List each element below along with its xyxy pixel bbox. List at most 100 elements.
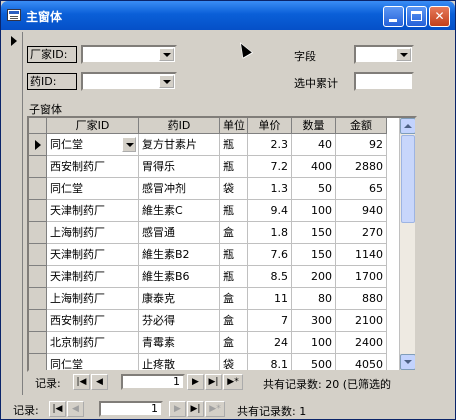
cell-qty[interactable]: 80 xyxy=(292,288,336,310)
scroll-up-icon[interactable] xyxy=(400,118,415,134)
cell-amount[interactable]: 940 xyxy=(336,200,387,222)
cell-price[interactable]: 7 xyxy=(248,310,292,332)
cell-unit[interactable]: 盒 xyxy=(220,222,248,244)
cell-unit[interactable]: 袋 xyxy=(220,178,248,200)
scroll-thumb[interactable] xyxy=(401,135,415,223)
table-row[interactable]: 同仁堂 止疼散袋 8.1 500 4050 xyxy=(29,354,399,370)
row-selector[interactable] xyxy=(29,310,47,332)
cell-drug[interactable]: 复方甘素片 xyxy=(139,134,220,156)
col-header-unit[interactable]: 单位 xyxy=(220,118,248,134)
main-new-record-button[interactable]: ▶* xyxy=(205,401,225,417)
table-row[interactable]: 天津制药厂 維生素C 瓶 9.4 100 940 xyxy=(29,200,399,222)
cell-amount[interactable]: 1700 xyxy=(336,266,387,288)
cell-drug[interactable]: 感冒冲剂 xyxy=(139,178,220,200)
cell-manufacturer[interactable]: 天津制药厂 xyxy=(47,266,139,288)
cell-amount[interactable]: 270 xyxy=(336,222,387,244)
cell-qty[interactable]: 100 xyxy=(292,200,336,222)
cell-qty[interactable]: 500 xyxy=(292,354,336,370)
chevron-down-icon[interactable] xyxy=(122,137,136,152)
row-selector[interactable] xyxy=(29,200,47,222)
table-row[interactable]: 上海制药厂 感冒通盒 1.8 150 270 xyxy=(29,222,399,244)
vertical-scrollbar[interactable] xyxy=(399,118,415,370)
cell-qty[interactable]: 150 xyxy=(292,244,336,266)
row-selector[interactable] xyxy=(29,354,47,370)
cell-price[interactable]: 8.1 xyxy=(248,354,292,370)
cell-unit[interactable]: 盒 xyxy=(220,310,248,332)
main-first-record-button[interactable]: |◀ xyxy=(49,401,66,417)
chevron-down-icon[interactable] xyxy=(396,48,411,61)
scroll-down-icon[interactable] xyxy=(400,354,415,370)
cell-qty[interactable]: 150 xyxy=(292,222,336,244)
cell-manufacturer[interactable]: 同仁堂 xyxy=(47,134,139,156)
cell-amount[interactable]: 1140 xyxy=(336,244,387,266)
cell-drug[interactable]: 維生素C xyxy=(139,200,220,222)
main-prev-record-button[interactable]: ◀ xyxy=(67,401,84,417)
cell-unit[interactable]: 瓶 xyxy=(220,266,248,288)
next-record-button[interactable]: ▶ xyxy=(187,374,204,390)
cell-manufacturer[interactable]: 天津制药厂 xyxy=(47,200,139,222)
last-record-button[interactable]: ▶| xyxy=(205,374,222,390)
cell-amount[interactable]: 92 xyxy=(336,134,387,156)
cell-price[interactable]: 11 xyxy=(248,288,292,310)
minimize-button[interactable] xyxy=(383,6,404,27)
chevron-down-icon[interactable] xyxy=(159,75,174,88)
cell-drug[interactable]: 維生素B2 xyxy=(139,244,220,266)
cell-manufacturer[interactable]: 天津制药厂 xyxy=(47,244,139,266)
cell-price[interactable]: 1.8 xyxy=(248,222,292,244)
first-record-button[interactable]: |◀ xyxy=(73,374,90,390)
cell-drug[interactable]: 感冒通 xyxy=(139,222,220,244)
cell-drug[interactable]: 芬必得 xyxy=(139,310,220,332)
col-header-manufacturer[interactable]: 厂家ID xyxy=(47,118,139,134)
cell-qty[interactable]: 400 xyxy=(292,156,336,178)
cell-amount[interactable]: 880 xyxy=(336,288,387,310)
row-selector[interactable] xyxy=(29,332,47,354)
title-bar[interactable]: 主窗体 ✕ xyxy=(1,1,455,30)
cell-unit[interactable]: 盒 xyxy=(220,288,248,310)
cell-unit[interactable]: 盒 xyxy=(220,332,248,354)
cell-unit[interactable]: 袋 xyxy=(220,354,248,370)
cell-amount[interactable]: 4050 xyxy=(336,354,387,370)
cell-price[interactable]: 7.2 xyxy=(248,156,292,178)
record-selector-column[interactable] xyxy=(5,32,23,395)
cell-amount[interactable]: 65 xyxy=(336,178,387,200)
cell-price[interactable]: 7.6 xyxy=(248,244,292,266)
cell-qty[interactable]: 200 xyxy=(292,266,336,288)
cell-unit[interactable]: 瓶 xyxy=(220,244,248,266)
chevron-down-icon[interactable] xyxy=(159,48,174,61)
row-selector[interactable] xyxy=(29,134,47,156)
cell-unit[interactable]: 瓶 xyxy=(220,134,248,156)
table-row[interactable]: 同仁堂 感冒冲剂袋 1.3 50 65 xyxy=(29,178,399,200)
col-header-price[interactable]: 单价 xyxy=(248,118,292,134)
row-selector[interactable] xyxy=(29,222,47,244)
cell-manufacturer[interactable]: 西安制药厂 xyxy=(47,156,139,178)
drug-combo[interactable] xyxy=(81,72,177,91)
cell-price[interactable]: 1.3 xyxy=(248,178,292,200)
cell-price[interactable]: 2.3 xyxy=(248,134,292,156)
cell-manufacturer[interactable]: 北京制药厂 xyxy=(47,332,139,354)
manufacturer-combo[interactable] xyxy=(81,45,177,64)
cell-drug[interactable]: 康泰克 xyxy=(139,288,220,310)
table-row[interactable]: 西安制药厂 胃得乐瓶 7.2 400 2880 xyxy=(29,156,399,178)
main-record-number[interactable]: 1 xyxy=(99,401,163,417)
cell-drug[interactable]: 止疼散 xyxy=(139,354,220,370)
row-selector[interactable] xyxy=(29,178,47,200)
cell-qty[interactable]: 50 xyxy=(292,178,336,200)
table-row[interactable]: 上海制药厂 康泰克盒 11 80 880 xyxy=(29,288,399,310)
cell-drug[interactable]: 胃得乐 xyxy=(139,156,220,178)
new-record-button[interactable]: ▶* xyxy=(223,374,243,390)
table-row[interactable]: 西安制药厂 芬必得盒 7 300 2100 xyxy=(29,310,399,332)
table-row[interactable]: 天津制药厂 維生素B6 瓶 8.5 200 1700 xyxy=(29,266,399,288)
cell-qty[interactable]: 300 xyxy=(292,310,336,332)
cell-amount[interactable]: 2400 xyxy=(336,332,387,354)
main-last-record-button[interactable]: ▶| xyxy=(187,401,204,417)
prev-record-button[interactable]: ◀ xyxy=(91,374,108,390)
row-selector[interactable] xyxy=(29,244,47,266)
cell-price[interactable]: 8.5 xyxy=(248,266,292,288)
cell-amount[interactable]: 2100 xyxy=(336,310,387,332)
field-combo[interactable] xyxy=(354,45,414,64)
subform-datasheet[interactable]: 厂家ID 药ID 单位 单价 数量 金额 同仁堂 复方甘素片瓶 2.3 40 92 西安制… xyxy=(27,116,417,372)
cell-unit[interactable]: 瓶 xyxy=(220,156,248,178)
col-header-amount[interactable]: 金额 xyxy=(336,118,387,134)
cell-price[interactable]: 9.4 xyxy=(248,200,292,222)
col-header-qty[interactable]: 数量 xyxy=(292,118,336,134)
